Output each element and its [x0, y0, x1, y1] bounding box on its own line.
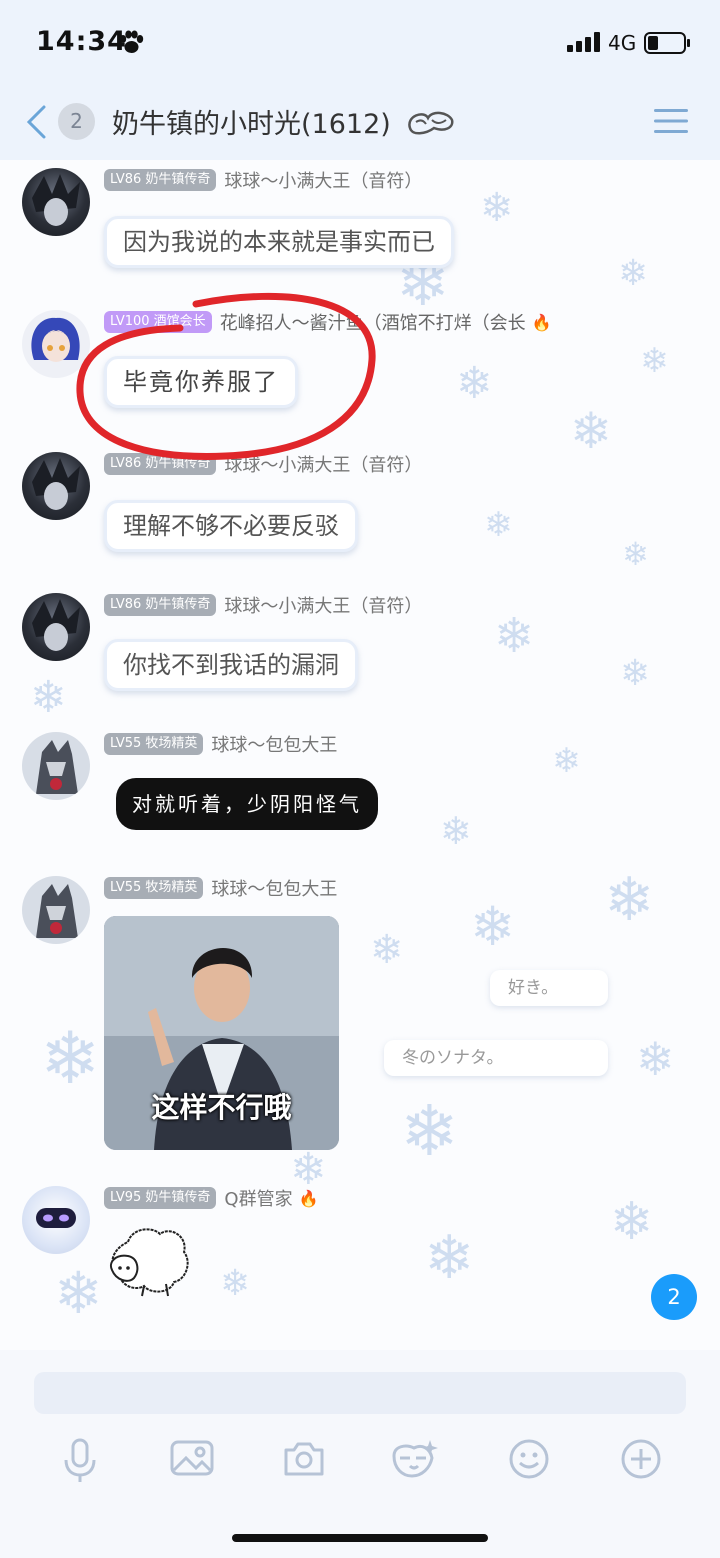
snowflake-icon: ❄ — [620, 653, 651, 694]
status-time: 14:34 — [36, 26, 127, 57]
annotation-circle — [76, 292, 376, 460]
snowflake-icon: ❄ — [30, 672, 67, 723]
snowflake-icon: ❄ — [440, 809, 472, 853]
camera-icon[interactable] — [282, 1438, 326, 1478]
level-badge: LV86 奶牛镇传奇 — [104, 594, 217, 616]
level-badge: LV86 奶牛镇传奇 — [104, 169, 217, 191]
sender-name[interactable]: 球球～小满大王（音符） — [224, 167, 422, 193]
sender-meta: LV55 牧场精英 球球～包包大王 — [104, 732, 337, 756]
group-title[interactable]: 奶牛镇的小时光(1612) — [112, 102, 391, 141]
snowflake-icon: ❄ — [456, 358, 493, 409]
level-title: 牧场精英 — [145, 880, 198, 895]
battery-icon — [644, 32, 690, 54]
sender-name[interactable]: 球球～包包大王 — [211, 875, 337, 901]
fire-icon: 🔥 — [298, 1188, 319, 1208]
image-icon[interactable] — [170, 1438, 214, 1478]
level-title: 牧场精英 — [145, 736, 198, 751]
level-title: 奶牛镇传奇 — [145, 597, 211, 612]
snowflake-icon: ❄ — [622, 535, 649, 573]
chat-header: 2 奶牛镇的小时光(1612) — [0, 88, 720, 160]
unread-count-badge[interactable]: 2 — [58, 103, 95, 140]
status-bar: 14:34 4G — [0, 0, 720, 88]
level-text: LV55 — [110, 880, 142, 895]
message-bubble[interactable]: 理解不够不必要反驳 — [104, 500, 358, 552]
sender-meta: LV86 奶牛镇传奇 球球～小满大王（音符） — [104, 593, 422, 617]
snowflake-icon: ❄ — [618, 253, 649, 294]
emoji-icon[interactable] — [508, 1438, 550, 1480]
decor-tag: 好き。 — [490, 970, 608, 1006]
level-title: 奶牛镇传奇 — [145, 172, 211, 187]
snowflake-icon: ❄ — [552, 741, 581, 781]
avatar[interactable] — [22, 876, 90, 944]
avatar[interactable] — [22, 593, 90, 661]
avatar[interactable] — [22, 732, 90, 800]
snowflake-icon: ❄ — [370, 927, 404, 973]
level-text: LV95 — [110, 1190, 142, 1205]
menu-icon[interactable] — [654, 108, 688, 134]
snowflake-icon: ❄ — [480, 185, 514, 231]
image-caption: 这样不行哦 — [151, 1091, 292, 1124]
snowflake-icon: ❄ — [40, 1016, 101, 1100]
image-message[interactable]: 这样不行哦 — [104, 916, 339, 1150]
new-message-badge[interactable]: 2 — [651, 1274, 697, 1320]
snowflake-icon: ❄ — [610, 1192, 654, 1252]
snowflake-icon: ❄ — [400, 1090, 459, 1172]
decor-tag: 冬のソナタ。 — [384, 1040, 608, 1076]
snowflake-icon: ❄ — [54, 1259, 103, 1327]
back-arrow-icon[interactable] — [24, 104, 48, 140]
message-bubble[interactable]: 对就听着，少阴阳怪气 — [116, 778, 378, 830]
chat-area[interactable]: ❄ ❄ ❄ ❄ ❄ ❄ ❄ ❄ ❄ ❄ ❄ ❄ ❄ ❄ ❄ ❄ ❄ ❄ ❄ ❄ … — [0, 160, 720, 1350]
sender-meta: LV95 奶牛镇传奇 Q群管家 🔥 — [104, 1186, 319, 1210]
avatar[interactable] — [22, 168, 90, 236]
snowflake-icon: ❄ — [570, 402, 612, 460]
magic-face-icon[interactable] — [390, 1438, 438, 1480]
message-bubble[interactable]: 你找不到我话的漏洞 — [104, 639, 358, 691]
message-bubble[interactable]: 因为我说的本来就是事实而已 — [104, 216, 454, 268]
sender-meta: LV55 牧场精英 球球～包包大王 — [104, 876, 337, 900]
level-badge: LV55 牧场精英 — [104, 733, 204, 755]
snowflake-icon: ❄ — [470, 895, 516, 958]
level-badge: LV55 牧场精英 — [104, 877, 204, 899]
home-indicator — [232, 1534, 488, 1542]
signal-icon — [567, 32, 600, 52]
level-title: 奶牛镇传奇 — [145, 1190, 211, 1205]
network-type: 4G — [608, 31, 637, 55]
level-text: LV86 — [110, 597, 142, 612]
input-bar — [0, 1350, 720, 1558]
snowflake-icon: ❄ — [494, 608, 535, 664]
snowflake-icon: ❄ — [220, 1263, 251, 1304]
plus-icon[interactable] — [620, 1438, 662, 1480]
avatar[interactable] — [22, 1186, 90, 1254]
snowflake-icon: ❄ — [640, 341, 669, 381]
level-text: LV86 — [110, 172, 142, 187]
paw-icon — [119, 30, 144, 53]
sender-name[interactable]: Q群管家 — [224, 1185, 292, 1211]
sender-name[interactable]: 球球～小满大王（音符） — [224, 592, 422, 618]
level-text: LV55 — [110, 736, 142, 751]
message-input[interactable] — [34, 1372, 686, 1414]
group-tag-icon — [408, 111, 454, 135]
snowflake-icon: ❄ — [424, 1223, 475, 1293]
snowflake-icon: ❄ — [636, 1032, 675, 1086]
snowflake-icon: ❄ — [484, 505, 513, 545]
sender-name[interactable]: 球球～包包大王 — [211, 731, 337, 757]
sheep-sticker-icon[interactable] — [104, 1222, 194, 1300]
level-badge: LV95 奶牛镇传奇 — [104, 1187, 217, 1209]
microphone-icon[interactable] — [62, 1438, 98, 1484]
fire-icon: 🔥 — [531, 312, 552, 332]
sender-meta: LV86 奶牛镇传奇 球球～小满大王（音符） — [104, 168, 422, 192]
snowflake-icon: ❄ — [604, 865, 655, 935]
